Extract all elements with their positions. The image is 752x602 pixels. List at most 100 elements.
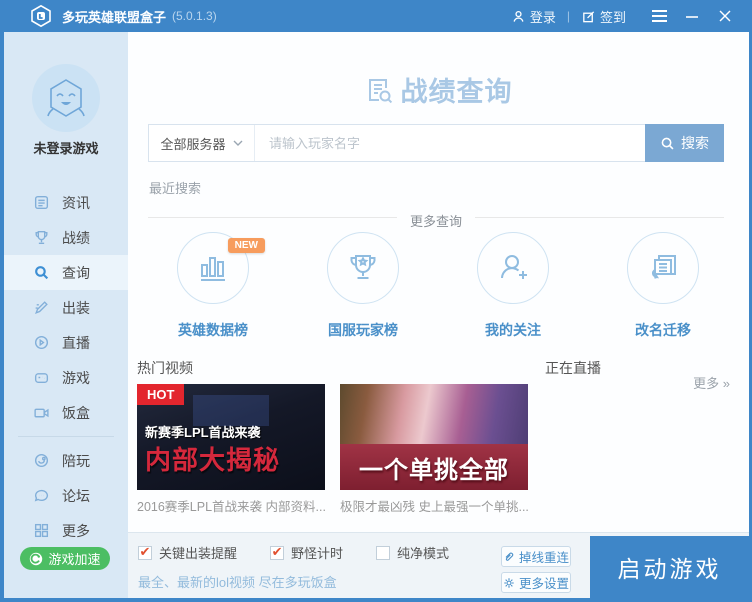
- news-icon: [33, 194, 50, 211]
- launch-game-button[interactable]: 启动游戏: [590, 536, 749, 598]
- sidebar-item-label: 出装: [62, 298, 90, 318]
- sidebar-item-label: 直播: [62, 333, 90, 353]
- login-button[interactable]: 登录: [511, 7, 556, 26]
- search-icon: [33, 264, 50, 281]
- bar-chart-icon: [193, 248, 233, 288]
- quick-link-my-follows[interactable]: 我的关注: [438, 232, 588, 340]
- sidebar-item-records[interactable]: 战绩: [4, 220, 128, 255]
- page-header: 战绩查询: [128, 70, 749, 109]
- sidebar-menu: 资讯 战绩 查询 出装 直播 游戏: [4, 185, 128, 548]
- search-button[interactable]: 搜索: [645, 124, 724, 162]
- options-row: ✔ 关键出装提醒 ✔ 野怪计时 ✔ 纯净模式: [138, 543, 449, 562]
- record-search-icon: [365, 76, 393, 104]
- server-select[interactable]: 全部服务器: [149, 125, 255, 161]
- checkbox-label: 关键出装提醒: [159, 543, 237, 562]
- sidebar-divider: [18, 436, 114, 437]
- video1-title: 内部大揭秘: [145, 440, 280, 477]
- titlebar-separator: |: [567, 9, 570, 23]
- sidebar: 未登录游戏 资讯 战绩 查询 出装 直播: [4, 32, 128, 598]
- more-settings-button[interactable]: 更多设置: [501, 572, 571, 593]
- sidebar-item-live[interactable]: 直播: [4, 325, 128, 360]
- titlebar: 多玩英雄联盟盒子 (5.0.1.3) 登录 | 签到: [0, 0, 752, 32]
- boost-label: 游戏加速: [48, 549, 100, 568]
- page-title: 战绩查询: [401, 70, 513, 109]
- promo-text: 最全、最新的lol视频 尽在多玩饭盒: [138, 572, 337, 591]
- quick-link-label: 改名迁移: [635, 320, 691, 340]
- quick-link-label: 我的关注: [485, 320, 541, 340]
- sidebar-item-label: 论坛: [62, 486, 90, 506]
- menu-button[interactable]: [646, 5, 672, 27]
- app-logo-icon: [29, 4, 53, 28]
- signin-button[interactable]: 签到: [581, 7, 626, 26]
- hot-badge: HOT: [137, 384, 184, 405]
- sidebar-item-games[interactable]: 游戏: [4, 360, 128, 395]
- companion-icon: [33, 452, 50, 469]
- player-name-input[interactable]: [255, 125, 645, 161]
- sidebar-item-builds[interactable]: 出装: [4, 290, 128, 325]
- quick-link-label: 国服玩家榜: [328, 320, 398, 340]
- hamburger-icon: [652, 10, 667, 22]
- video-camera-icon: [33, 404, 50, 421]
- more-link[interactable]: 更多 »: [693, 373, 730, 392]
- video-caption-1[interactable]: 2016赛季LPL首战来袭 内部资料...: [137, 496, 325, 515]
- person-plus-icon: [493, 248, 533, 288]
- recent-search-label: 最近搜索: [149, 178, 201, 197]
- avatar-face-icon: [43, 75, 89, 121]
- video-caption-2[interactable]: 极限才最凶残 史上最强一个单挑...: [340, 496, 528, 515]
- reconnect-label: 掉线重连: [519, 547, 569, 566]
- checkbox-clean-mode[interactable]: ✔ 纯净模式: [376, 543, 449, 562]
- trophy-star-icon: [343, 248, 383, 288]
- reconnect-button[interactable]: 掉线重连: [501, 546, 571, 567]
- checkbox-jungle-timer[interactable]: ✔ 野怪计时: [270, 543, 343, 562]
- quick-link-player-ranking[interactable]: 国服玩家榜: [288, 232, 438, 340]
- quick-link-hero-stats[interactable]: NEW 英雄数据榜: [138, 232, 288, 340]
- avatar-label: 未登录游戏: [4, 138, 128, 157]
- bottombar: ✔ 关键出装提醒 ✔ 野怪计时 ✔ 纯净模式 最全、最新的lol视频 尽在多玩饭…: [128, 532, 749, 598]
- user-icon: [511, 9, 526, 24]
- gear-icon: [503, 577, 515, 589]
- searchbar: 全部服务器 搜索: [148, 124, 724, 162]
- link-icon: [503, 551, 515, 563]
- checkbox-box[interactable]: ✔: [270, 546, 284, 560]
- minimize-icon: [685, 9, 699, 23]
- sidebar-item-companion[interactable]: 陪玩: [4, 443, 128, 478]
- sidebar-item-label: 资讯: [62, 193, 90, 213]
- sidebar-item-query[interactable]: 查询: [4, 255, 128, 290]
- sidebar-item-lunchbox[interactable]: 饭盒: [4, 395, 128, 430]
- chevron-down-icon: [233, 140, 243, 147]
- more-query-label: 更多查询: [397, 214, 475, 229]
- sidebar-item-label: 陪玩: [62, 451, 90, 471]
- edit-icon: [581, 9, 596, 24]
- close-button[interactable]: [712, 5, 738, 27]
- trophy-icon: [33, 229, 50, 246]
- video-thumbnail-2[interactable]: 一个单挑全部: [340, 384, 528, 490]
- minimize-button[interactable]: [679, 5, 705, 27]
- avatar[interactable]: [32, 64, 100, 132]
- checkbox-build-reminder[interactable]: ✔ 关键出装提醒: [138, 543, 237, 562]
- video2-title-band: 一个单挑全部: [340, 444, 528, 490]
- app-title: 多玩英雄联盟盒子: [62, 7, 166, 26]
- more-query-divider: 更多查询: [148, 208, 724, 218]
- video-thumbnail-1[interactable]: HOT 新赛季LPL首战来袭 内部大揭秘: [137, 384, 325, 490]
- video1-subtitle: 新赛季LPL首战来袭: [145, 422, 261, 441]
- checkbox-box[interactable]: ✔: [138, 546, 152, 560]
- sidebar-item-more[interactable]: 更多: [4, 513, 128, 548]
- checkbox-box[interactable]: ✔: [376, 546, 390, 560]
- hot-videos-header: 热门视频: [137, 358, 193, 378]
- sidebar-item-label: 查询: [62, 263, 90, 283]
- search-icon: [660, 136, 675, 151]
- sidebar-item-label: 饭盒: [62, 403, 90, 423]
- new-badge: NEW: [228, 238, 265, 253]
- quick-link-rename-migrate[interactable]: 改名迁移: [588, 232, 738, 340]
- grid-icon: [33, 522, 50, 539]
- signin-label: 签到: [600, 7, 626, 26]
- main-content: 战绩查询 全部服务器 搜索 最近搜索 更多查询 NEW 英雄数据榜: [128, 32, 749, 598]
- documents-arrow-icon: [643, 248, 683, 288]
- quick-link-label: 英雄数据榜: [178, 320, 248, 340]
- live-now-header: 正在直播: [545, 358, 601, 378]
- server-select-value: 全部服务器: [160, 134, 225, 153]
- sidebar-item-news[interactable]: 资讯: [4, 185, 128, 220]
- sidebar-item-forum[interactable]: 论坛: [4, 478, 128, 513]
- game-boost-button[interactable]: 游戏加速: [20, 547, 110, 570]
- chat-bubble-icon: [33, 487, 50, 504]
